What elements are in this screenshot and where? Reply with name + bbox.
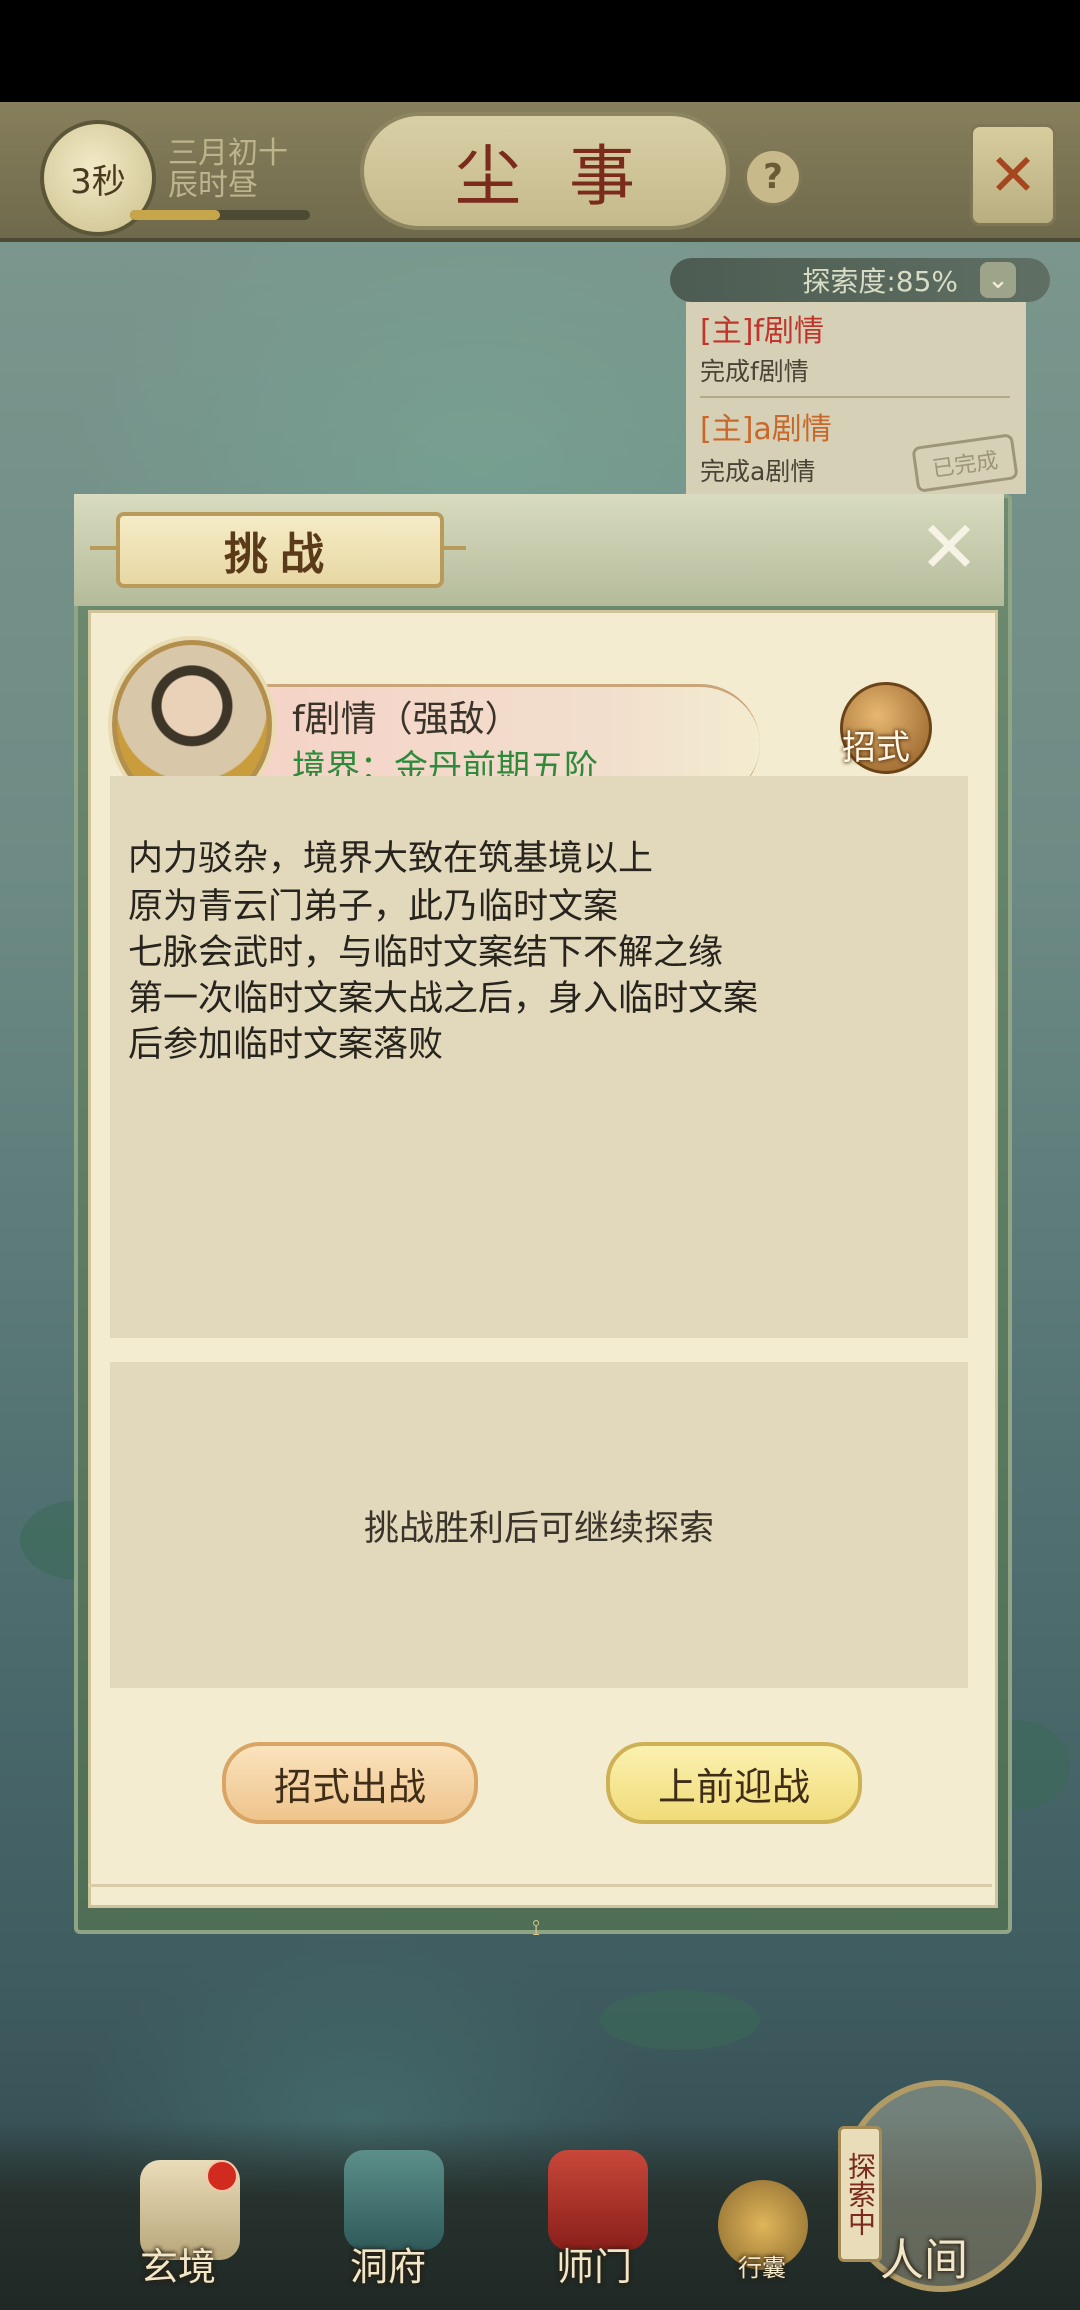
close-icon: ✕ xyxy=(918,505,980,589)
exploring-tag: 探索中 xyxy=(838,2126,882,2262)
enemy-name: f剧情（强敌） xyxy=(292,699,521,740)
divider xyxy=(700,396,1010,398)
time-progress-fill xyxy=(130,210,220,220)
go-fight-button[interactable]: 上前迎战 xyxy=(606,1742,862,1824)
divider xyxy=(88,1884,992,1887)
quest-subtitle: 完成a剧情 xyxy=(700,457,816,486)
completed-stamp: 已完成 xyxy=(911,433,1019,493)
description-line: 七脉会武时，与临时文案结下不解之缘 xyxy=(128,933,724,973)
quest-title[interactable]: [主]a剧情 xyxy=(700,404,832,448)
nav-item-dongfu[interactable]: 洞府 xyxy=(350,2236,426,2291)
quest-subtitle: 完成f剧情 xyxy=(700,357,809,386)
description-line: 原为青云门弟子，此乃临时文案 xyxy=(128,887,619,927)
skill-button-label[interactable]: 招式 xyxy=(842,720,910,769)
nav-item-shimen[interactable]: 师门 xyxy=(556,2236,632,2291)
nav-item-renjian[interactable]: 人间 xyxy=(880,2224,968,2288)
notification-dot xyxy=(206,2160,238,2192)
close-icon: ✕ xyxy=(988,141,1038,209)
time-progress-bar xyxy=(130,210,310,220)
description-line: 后参加临时文案落败 xyxy=(128,1025,444,1065)
nav-item-xuanjing[interactable]: 玄境 xyxy=(140,2236,216,2291)
quest-list: [主]f剧情 完成f剧情 [主]a剧情 完成a剧情 已完成 xyxy=(686,302,1026,494)
hint-text: 挑战胜利后可继续探索 xyxy=(110,1362,968,1688)
dialog-close-button[interactable]: ✕ xyxy=(914,511,984,583)
pavilion-icon xyxy=(344,2150,444,2250)
chevron-down-icon[interactable]: ⌄ xyxy=(980,262,1016,298)
page-title: 尘事 xyxy=(360,112,730,230)
skill-battle-button[interactable]: 招式出战 xyxy=(222,1742,478,1824)
lotus-leaf xyxy=(600,1990,760,2050)
help-button[interactable]: ? xyxy=(744,148,802,206)
description-line: 内力驳杂，境界大致在筑基境以上 xyxy=(128,839,654,879)
scroll-knob-icon: ⟟ xyxy=(532,1916,541,1941)
dialog-title: 挑战 xyxy=(116,512,444,588)
quest-title[interactable]: [主]f剧情 xyxy=(700,306,824,350)
banner-icon xyxy=(548,2150,648,2250)
nav-item-xingnang[interactable]: 行囊 xyxy=(738,2248,786,2283)
description-line: 第一次临时文案大战之后，身入临时文案 xyxy=(128,979,759,1019)
top-close-button[interactable]: ✕ xyxy=(970,124,1056,226)
time-of-day: 辰时昼 xyxy=(168,168,258,203)
